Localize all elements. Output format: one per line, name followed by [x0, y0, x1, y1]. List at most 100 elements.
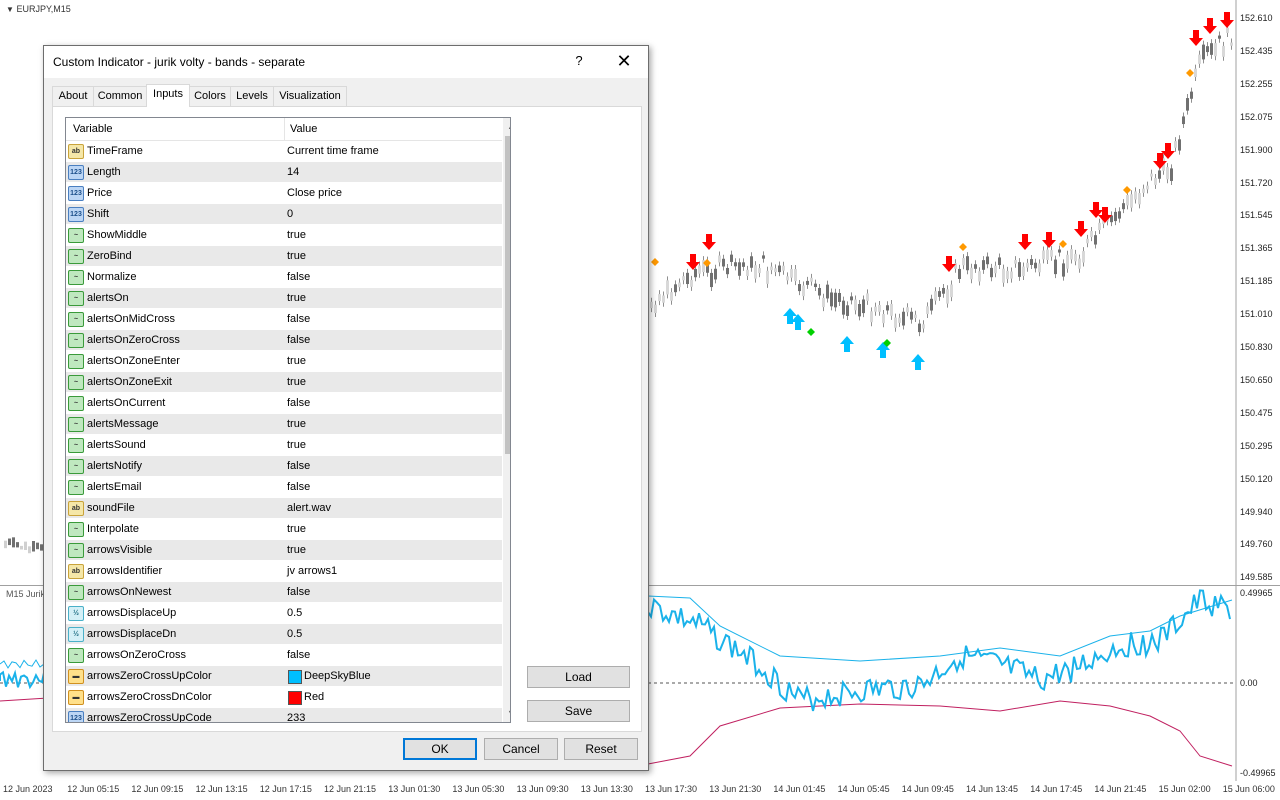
input-row[interactable]: ~ arrowsOnNewest false [66, 582, 502, 603]
input-row[interactable]: ▬ arrowsZeroCrossDnColor Red [66, 687, 502, 708]
tab-common[interactable]: Common [93, 86, 147, 106]
reset-button[interactable]: Reset [564, 738, 638, 760]
input-variable-name: arrowsDisplaceDn [87, 628, 177, 640]
input-row[interactable]: ~ Interpolate true [66, 519, 502, 540]
input-value[interactable]: false [287, 586, 310, 598]
cancel-button[interactable]: Cancel [484, 738, 558, 760]
input-row[interactable]: 123 Price Close price [66, 183, 502, 204]
input-row[interactable]: ~ alertsEmail false [66, 477, 502, 498]
type-color-icon: ▬ [68, 669, 84, 684]
input-value[interactable]: true [287, 292, 306, 304]
column-variable-header[interactable]: Variable [73, 123, 113, 135]
input-row[interactable]: ~ arrowsOnZeroCross false [66, 645, 502, 666]
candle [1210, 43, 1213, 55]
input-row[interactable]: ~ alertsOnMidCross false [66, 309, 502, 330]
input-value[interactable]: false [287, 271, 310, 283]
scroll-up-icon[interactable]: ▲ [503, 118, 510, 135]
candle [946, 289, 949, 304]
candle [850, 296, 853, 301]
sell-arrow-icon [702, 234, 716, 250]
candle [1174, 141, 1177, 148]
input-value[interactable]: 14 [287, 166, 299, 178]
input-row[interactable]: ½ arrowsDisplaceDn 0.5 [66, 624, 502, 645]
input-value[interactable]: false [287, 460, 310, 472]
save-button[interactable]: Save [527, 700, 630, 722]
price-axis-label: 152.610 [1240, 13, 1273, 23]
color-swatch[interactable] [288, 691, 302, 705]
input-value[interactable]: true [287, 544, 306, 556]
input-value[interactable]: jv arrows1 [287, 565, 337, 577]
input-row[interactable]: ~ alertsMessage true [66, 414, 502, 435]
candle [1018, 262, 1021, 277]
input-row[interactable]: 123 Length 14 [66, 162, 502, 183]
candle [1130, 194, 1133, 208]
help-button[interactable]: ? [572, 53, 586, 69]
input-row[interactable]: ~ alertsNotify false [66, 456, 502, 477]
candle [866, 293, 869, 301]
candle [1198, 54, 1201, 64]
input-value[interactable]: Red [304, 691, 324, 703]
close-button[interactable]: ✕ [612, 51, 636, 71]
input-value[interactable]: true [287, 376, 306, 388]
input-value[interactable]: true [287, 355, 306, 367]
tab-inputs[interactable]: Inputs [146, 84, 190, 107]
input-value[interactable]: false [287, 397, 310, 409]
input-value[interactable]: true [287, 439, 306, 451]
input-value[interactable]: false [287, 313, 310, 325]
inputs-grid[interactable]: Variable Value ab TimeFrame Current time f… [65, 117, 511, 723]
input-value[interactable]: 0.5 [287, 628, 302, 640]
scroll-thumb[interactable] [505, 136, 510, 454]
ok-button[interactable]: OK [403, 738, 477, 760]
candle [938, 291, 941, 297]
input-value[interactable]: Close price [287, 187, 342, 199]
input-row[interactable]: ~ alertsOnCurrent false [66, 393, 502, 414]
input-row[interactable]: ~ alertsSound true [66, 435, 502, 456]
input-row[interactable]: 123 arrowsZeroCrossUpCode 233 [66, 708, 502, 722]
input-row[interactable]: ~ alertsOn true [66, 288, 502, 309]
input-row[interactable]: ~ arrowsVisible true [66, 540, 502, 561]
input-value[interactable]: Current time frame [287, 145, 379, 157]
dialog-titlebar[interactable]: Custom Indicator - jurik volty - bands -… [44, 46, 648, 78]
sell-arrow-icon [1203, 18, 1217, 34]
input-row[interactable]: ab arrowsIdentifier jv arrows1 [66, 561, 502, 582]
input-row[interactable]: ~ ZeroBind true [66, 246, 502, 267]
input-value[interactable]: alert.wav [287, 502, 331, 514]
input-value[interactable]: false [287, 649, 310, 661]
candle [826, 284, 829, 299]
tab-visualization[interactable]: Visualization [273, 86, 347, 106]
input-value[interactable]: 233 [287, 712, 305, 722]
input-row[interactable]: ~ ShowMiddle true [66, 225, 502, 246]
input-row[interactable]: ½ arrowsDisplaceUp 0.5 [66, 603, 502, 624]
input-value[interactable]: 0.5 [287, 607, 302, 619]
input-row[interactable]: ~ Normalize false [66, 267, 502, 288]
column-separator[interactable] [284, 118, 285, 140]
candle [1042, 250, 1045, 260]
tab-colors[interactable]: Colors [189, 86, 231, 106]
tab-levels[interactable]: Levels [230, 86, 274, 106]
input-row[interactable]: ab TimeFrame Current time frame [66, 141, 502, 162]
candle [730, 254, 733, 262]
input-variable-name: arrowsOnNewest [87, 586, 172, 598]
input-value[interactable]: true [287, 229, 306, 241]
color-swatch[interactable] [288, 670, 302, 684]
input-value[interactable]: DeepSkyBlue [304, 670, 371, 682]
chart-menu-icon[interactable]: ▼ [6, 5, 14, 14]
input-value[interactable]: 0 [287, 208, 293, 220]
scroll-down-icon[interactable]: ▼ [503, 705, 510, 722]
load-button[interactable]: Load [527, 666, 630, 688]
input-row[interactable]: ~ alertsOnZoneEnter true [66, 351, 502, 372]
input-row[interactable]: ~ alertsOnZeroCross false [66, 330, 502, 351]
input-row[interactable]: ~ alertsOnZoneExit true [66, 372, 502, 393]
input-value[interactable]: false [287, 481, 310, 493]
tab-about[interactable]: About [52, 86, 94, 106]
input-value[interactable]: true [287, 418, 306, 430]
input-row[interactable]: ab soundFile alert.wav [66, 498, 502, 519]
grid-scrollbar[interactable]: ▲ ▼ [503, 118, 510, 722]
input-value[interactable]: false [287, 334, 310, 346]
column-value-header[interactable]: Value [290, 123, 317, 135]
candle [698, 265, 701, 274]
input-row[interactable]: ▬ arrowsZeroCrossUpColor DeepSkyBlue [66, 666, 502, 687]
input-value[interactable]: true [287, 523, 306, 535]
input-value[interactable]: true [287, 250, 306, 262]
input-row[interactable]: 123 Shift 0 [66, 204, 502, 225]
